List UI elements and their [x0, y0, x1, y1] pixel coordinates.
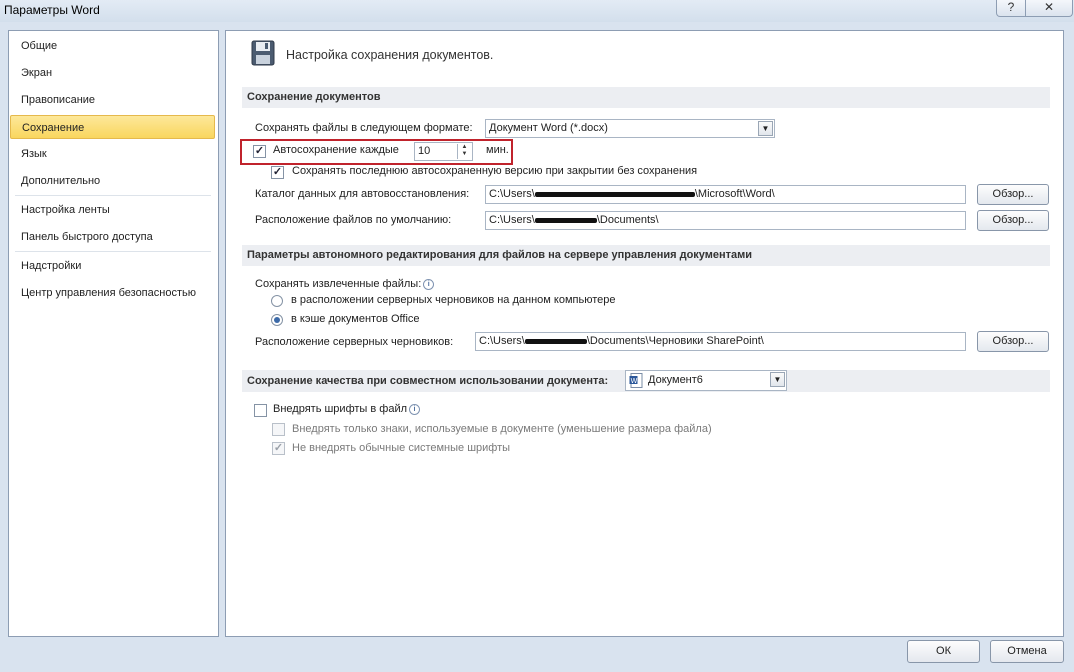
info-icon: i [423, 278, 435, 290]
sidebar-item-save[interactable]: Сохранение [10, 115, 215, 139]
format-dropdown[interactable]: Документ Word (*.docx) ▼ [485, 119, 775, 138]
radio-office-cache-label: в кэше документов Office [291, 313, 420, 325]
sidebar-item-quick-access[interactable]: Панель быстрого доступа [10, 225, 215, 249]
save-checked-label: Сохранять извлеченные файлы: i [255, 278, 435, 290]
window-title: Параметры Word [4, 3, 100, 17]
embed-chars-label: Внедрять только знаки, используемые в до… [292, 423, 712, 435]
autosave-value: 10 [418, 145, 431, 157]
keep-last-label: Сохранять последнюю автосохраненную верс… [292, 165, 698, 177]
section-header-offline: Параметры автономного редактирования для… [242, 245, 1050, 266]
drafts-location-input[interactable]: C:\Users\ \Documents\Черновики SharePoint… [475, 332, 966, 351]
path-suffix: \Microsoft\Word\ [694, 188, 775, 200]
sidebar-item-general[interactable]: Общие [10, 34, 215, 58]
close-button[interactable]: ✕ [1025, 0, 1073, 17]
help-button[interactable]: ? [996, 0, 1026, 17]
redacted-text [524, 338, 587, 344]
default-location-input[interactable]: C:\Users\ \Documents\ [485, 211, 966, 230]
main-panel: Настройка сохранения документов. Сохране… [225, 30, 1064, 637]
format-value: Документ Word (*.docx) [489, 122, 608, 134]
sidebar-item-proofing[interactable]: Правописание [10, 88, 215, 112]
embed-fonts-text: Внедрять шрифты в файл [273, 403, 408, 415]
chevron-down-icon[interactable]: ▼ [758, 121, 773, 136]
chevron-down-icon[interactable]: ▼ [770, 372, 785, 387]
browse-default-button[interactable]: Обзор... [977, 210, 1049, 231]
drafts-location-label: Расположение серверных черновиков: [255, 336, 454, 348]
floppy-disk-icon [251, 40, 275, 66]
embed-fonts-label: Внедрять шрифты в файл i [273, 403, 421, 415]
default-location-label: Расположение файлов по умолчанию: [255, 214, 452, 226]
embed-fonts-checkbox[interactable] [254, 404, 267, 417]
sidebar: Общие Экран Правописание Сохранение Язык… [8, 30, 219, 637]
radio-server-drafts-label: в расположении серверных черновиков на д… [291, 294, 616, 306]
cancel-button[interactable]: Отмена [990, 640, 1064, 663]
browse-autorecover-button[interactable]: Обзор... [977, 184, 1049, 205]
title-bar: Параметры Word ? ✕ [0, 0, 1074, 22]
spinner-arrows-icon[interactable]: ▲ ▼ [457, 144, 471, 159]
autosave-unit: мин. [486, 144, 509, 156]
save-checked-text: Сохранять извлеченные файлы: [255, 278, 422, 290]
document-value: Документ6 [648, 374, 703, 386]
radio-server-drafts[interactable] [271, 295, 283, 307]
sidebar-item-language[interactable]: Язык [10, 142, 215, 166]
autosave-minutes-input[interactable]: 10 ▲ ▼ [414, 142, 473, 161]
sidebar-divider [15, 251, 211, 252]
path-prefix: C:\Users\ [479, 335, 525, 347]
path-suffix: \Documents\Черновики SharePoint\ [586, 335, 764, 347]
browse-drafts-button[interactable]: Обзор... [977, 331, 1049, 352]
redacted-text [534, 191, 695, 197]
autorecover-path-input[interactable]: C:\Users\ \Microsoft\Word\ [485, 185, 966, 204]
path-suffix: \Documents\ [596, 214, 659, 226]
redacted-text [534, 217, 597, 223]
autorecover-label: Каталог данных для автовосстановления: [255, 188, 470, 200]
section-header-save: Сохранение документов [242, 87, 1050, 108]
info-icon: i [409, 403, 421, 415]
sidebar-item-trust-center[interactable]: Центр управления безопасностью [10, 281, 215, 305]
word-document-icon: W [629, 373, 643, 388]
path-prefix: C:\Users\ [489, 188, 535, 200]
autosave-checkbox[interactable]: ✓ [253, 145, 266, 158]
svg-text:W: W [631, 377, 638, 385]
embed-chars-checkbox[interactable] [272, 423, 285, 436]
no-system-fonts-label: Не внедрять обычные системные шрифты [292, 442, 511, 454]
ok-button[interactable]: ОК [907, 640, 980, 663]
path-prefix: C:\Users\ [489, 214, 535, 226]
no-system-fonts-checkbox[interactable]: ✓ [272, 442, 285, 455]
page-title: Настройка сохранения документов. [286, 48, 494, 62]
sidebar-item-advanced[interactable]: Дополнительно [10, 169, 215, 193]
sidebar-item-customize-ribbon[interactable]: Настройка ленты [10, 198, 215, 222]
keep-last-checkbox[interactable]: ✓ [271, 166, 284, 179]
document-dropdown[interactable]: W Документ6 ▼ [625, 370, 787, 391]
autosave-label: Автосохранение каждые [273, 144, 399, 156]
sidebar-item-display[interactable]: Экран [10, 61, 215, 85]
format-label: Сохранять файлы в следующем формате: [255, 122, 473, 134]
sidebar-divider [15, 195, 211, 196]
radio-office-cache[interactable] [271, 314, 283, 326]
sidebar-item-addins[interactable]: Надстройки [10, 254, 215, 278]
